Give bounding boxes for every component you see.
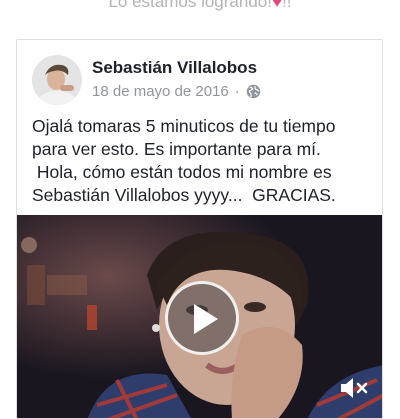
post-text: Ojalá tomaras 5 minuticos de tu tiempo p… — [32, 116, 336, 205]
post-card: Sebastián Villalobos 18 de mayo de 2016 … — [16, 39, 383, 419]
post-meta: 18 de mayo de 2016 · — [92, 83, 261, 100]
author-name[interactable]: Sebastián Villalobos — [92, 58, 257, 78]
heart-icon: ♥ — [271, 0, 283, 11]
top-caption: Lo estamos logrando!♥!! — [0, 0, 400, 14]
video-player[interactable] — [17, 215, 382, 418]
play-button[interactable] — [165, 281, 239, 355]
caption-text: Lo estamos logrando! — [108, 0, 272, 11]
post-date[interactable]: 18 de mayo de 2016 — [92, 83, 229, 100]
avatar-image — [32, 55, 82, 105]
caption-trail: !! — [282, 0, 292, 11]
mute-icon — [341, 378, 368, 398]
mute-button[interactable] — [339, 375, 371, 401]
play-icon — [194, 304, 218, 334]
meta-separator: · — [234, 83, 240, 100]
globe-icon — [246, 84, 261, 99]
avatar[interactable] — [32, 55, 82, 105]
